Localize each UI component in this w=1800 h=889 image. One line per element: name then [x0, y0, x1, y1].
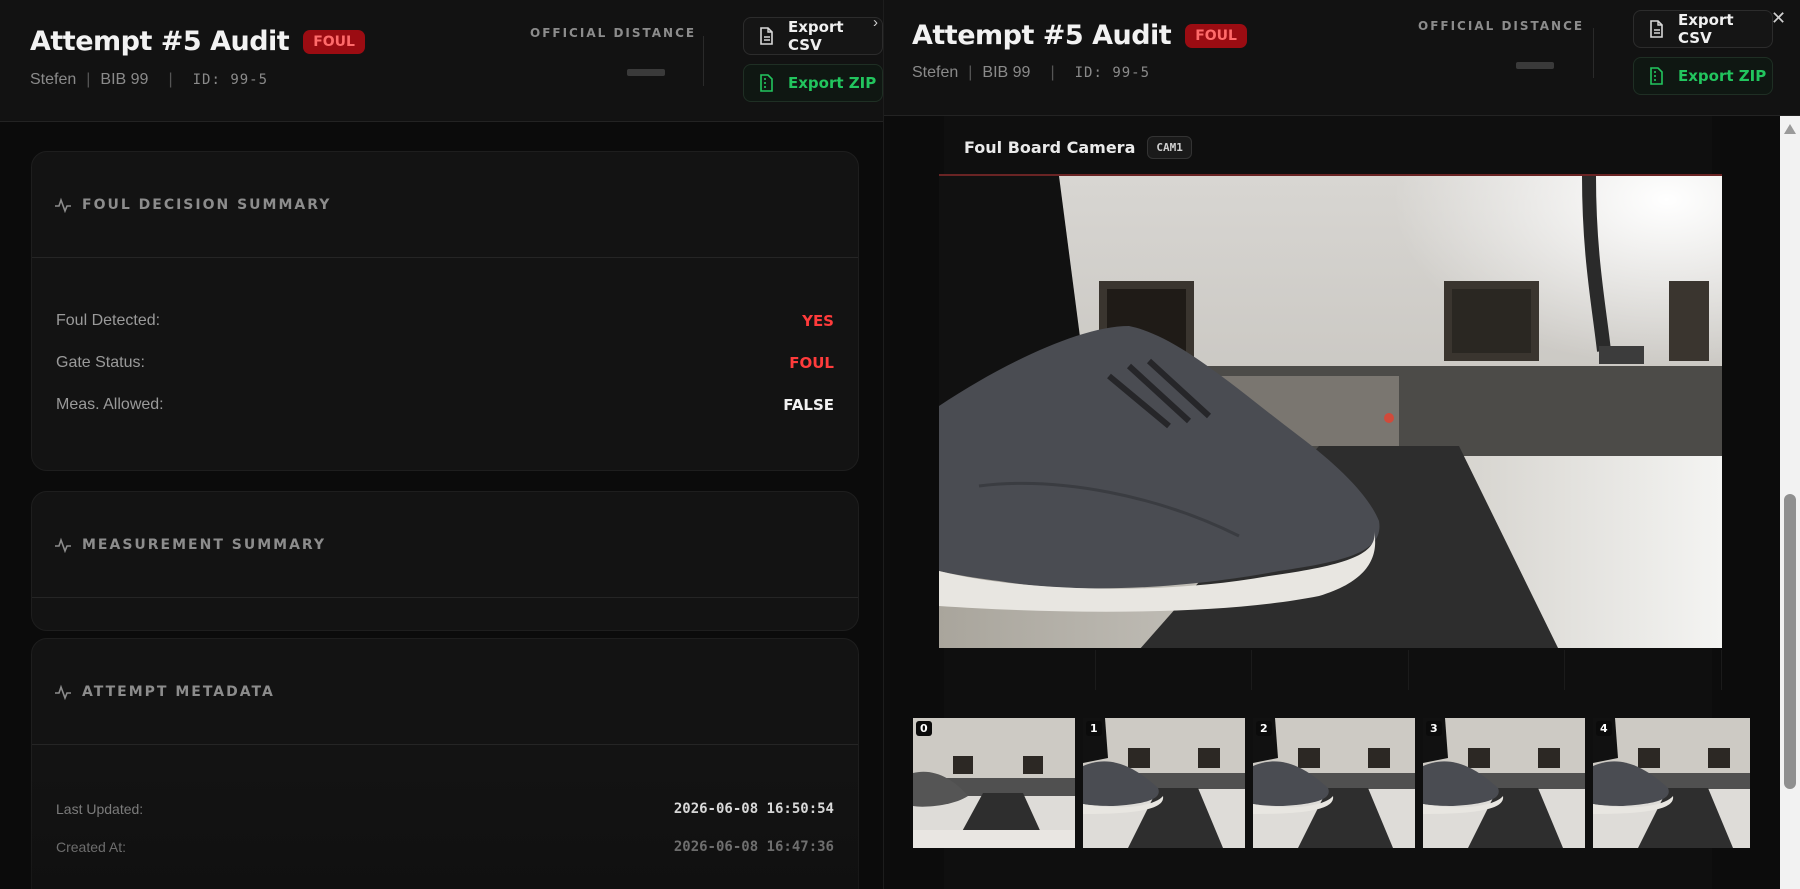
export-zip-label: Export ZIP	[788, 74, 877, 92]
athlete-name: Stefen	[912, 64, 959, 81]
close-icon[interactable]: ✕	[1771, 8, 1786, 29]
export-csv-label: Export CSV	[788, 18, 844, 54]
file-icon	[1650, 20, 1663, 38]
row-value: YES	[802, 312, 834, 330]
official-distance-value	[627, 69, 665, 76]
activity-icon	[55, 197, 71, 213]
tick	[1096, 650, 1253, 690]
file-zip-icon	[1650, 67, 1663, 85]
frame-thumbnail[interactable]: 2	[1253, 718, 1415, 848]
file-icon	[760, 27, 773, 45]
tick	[1565, 650, 1722, 690]
scrollbar-thumb[interactable]	[1784, 494, 1796, 789]
export-csv-button[interactable]: Export CSV	[743, 17, 883, 55]
export-zip-button[interactable]: Export ZIP	[743, 64, 883, 102]
frame-number: 4	[1596, 721, 1612, 736]
title-row: Attempt #5 Audit FOUL	[912, 20, 1247, 51]
export-zip-label: Export ZIP	[1678, 67, 1767, 85]
athlete-name: Stefen	[30, 71, 77, 88]
camera-badge: CAM1	[1147, 136, 1192, 159]
activity-icon	[55, 537, 71, 553]
attempt-metadata-card: ATTEMPT METADATA Last Updated: 2026-06-0…	[31, 638, 859, 889]
page-title: Attempt #5 Audit	[30, 26, 290, 57]
last-updated-row: Last Updated: 2026-06-08 16:50:54	[56, 801, 834, 817]
camera-header: Foul Board Camera CAM1	[964, 136, 1192, 159]
thumbnail-image	[1593, 718, 1750, 848]
status-badge: FOUL	[1185, 23, 1247, 48]
row-label: Meas. Allowed:	[56, 396, 164, 413]
official-distance-label: OFFICIAL DISTANCE	[1418, 19, 1585, 33]
official-distance-value	[1516, 62, 1554, 69]
card-title: FOUL DECISION SUMMARY	[82, 196, 332, 213]
separator: |	[968, 64, 973, 81]
frame-number: 1	[1086, 721, 1102, 736]
row-label: Foul Detected:	[56, 312, 161, 329]
camera-title: Foul Board Camera	[964, 138, 1136, 157]
card-header: MEASUREMENT SUMMARY	[32, 492, 858, 598]
card-title: MEASUREMENT SUMMARY	[82, 536, 327, 553]
frame-number: 2	[1256, 721, 1272, 736]
export-csv-button[interactable]: Export CSV	[1633, 10, 1773, 48]
frame-thumbnail[interactable]: 4	[1593, 718, 1750, 848]
title-row: Attempt #5 Audit FOUL	[30, 26, 365, 57]
foul-decision-summary-card: FOUL DECISION SUMMARY Foul Detected: YES…	[31, 151, 859, 471]
frame-number: 3	[1426, 721, 1442, 736]
thumbnail-image	[1253, 718, 1415, 848]
athlete-info: Stefen | BIB 99 | ID: 99-5	[30, 71, 268, 89]
bib-number: BIB 99	[100, 71, 149, 88]
export-zip-button[interactable]: Export ZIP	[1633, 57, 1773, 95]
row-value: FALSE	[783, 396, 834, 414]
card-title: ATTEMPT METADATA	[82, 683, 275, 700]
separator: |	[86, 71, 91, 88]
frame-thumbnails: 0 1 2 3 4	[913, 718, 1750, 848]
thumbnail-image	[913, 718, 1075, 848]
divider	[703, 36, 704, 86]
chevron-right-icon[interactable]: ›	[873, 14, 878, 31]
frame-thumbnail[interactable]: 1	[1083, 718, 1245, 848]
scroll-up-icon[interactable]	[1784, 124, 1796, 134]
frame-thumbnail[interactable]: 0	[913, 718, 1075, 848]
thumbnail-image	[1083, 718, 1245, 848]
timeline-ticks	[939, 650, 1722, 690]
export-csv-label: Export CSV	[1678, 11, 1734, 47]
camera-frame[interactable]	[939, 174, 1722, 648]
attempt-id: ID: 99-5	[192, 72, 269, 88]
activity-icon	[55, 684, 71, 700]
separator: |	[1050, 64, 1055, 81]
card-header: FOUL DECISION SUMMARY	[32, 152, 858, 258]
file-zip-icon	[760, 74, 773, 92]
row-label: Last Updated:	[56, 801, 144, 817]
card-header: ATTEMPT METADATA	[32, 639, 858, 745]
frame-thumbnail[interactable]: 3	[1423, 718, 1585, 848]
row-label: Created At:	[56, 839, 127, 855]
official-distance-label: OFFICIAL DISTANCE	[530, 26, 697, 40]
audit-panel-left: Attempt #5 Audit FOUL Stefen | BIB 99 | …	[0, 0, 884, 889]
athlete-info: Stefen | BIB 99 | ID: 99-5	[912, 64, 1150, 82]
row-value: 2026-06-08 16:47:36	[673, 839, 834, 855]
audit-header: Attempt #5 Audit FOUL Stefen | BIB 99 | …	[0, 0, 883, 122]
gate-status-row: Gate Status: FOUL	[56, 354, 834, 372]
divider	[1593, 28, 1594, 78]
measurement-summary-card: MEASUREMENT SUMMARY	[31, 491, 859, 631]
tick	[939, 650, 1096, 690]
tick	[1409, 650, 1566, 690]
row-value: FOUL	[789, 354, 834, 372]
camera-image	[939, 176, 1722, 648]
foul-detected-row: Foul Detected: YES	[56, 312, 834, 330]
page-title: Attempt #5 Audit	[912, 20, 1172, 51]
frame-number: 0	[916, 721, 932, 736]
tick	[1252, 650, 1409, 690]
row-label: Gate Status:	[56, 354, 145, 371]
meas-allowed-row: Meas. Allowed: FALSE	[56, 396, 834, 414]
separator: |	[168, 71, 173, 88]
row-value: 2026-06-08 16:50:54	[673, 801, 834, 817]
audit-panel-right: Attempt #5 Audit FOUL Stefen | BIB 99 | …	[884, 0, 1800, 889]
thumbnail-image	[1423, 718, 1585, 848]
attempt-id: ID: 99-5	[1074, 65, 1151, 81]
audit-header: Attempt #5 Audit FOUL Stefen | BIB 99 | …	[884, 0, 1800, 116]
status-badge: FOUL	[303, 29, 365, 54]
created-at-row: Created At: 2026-06-08 16:47:36	[56, 839, 834, 855]
bib-number: BIB 99	[982, 64, 1031, 81]
vertical-scrollbar[interactable]	[1780, 116, 1800, 889]
